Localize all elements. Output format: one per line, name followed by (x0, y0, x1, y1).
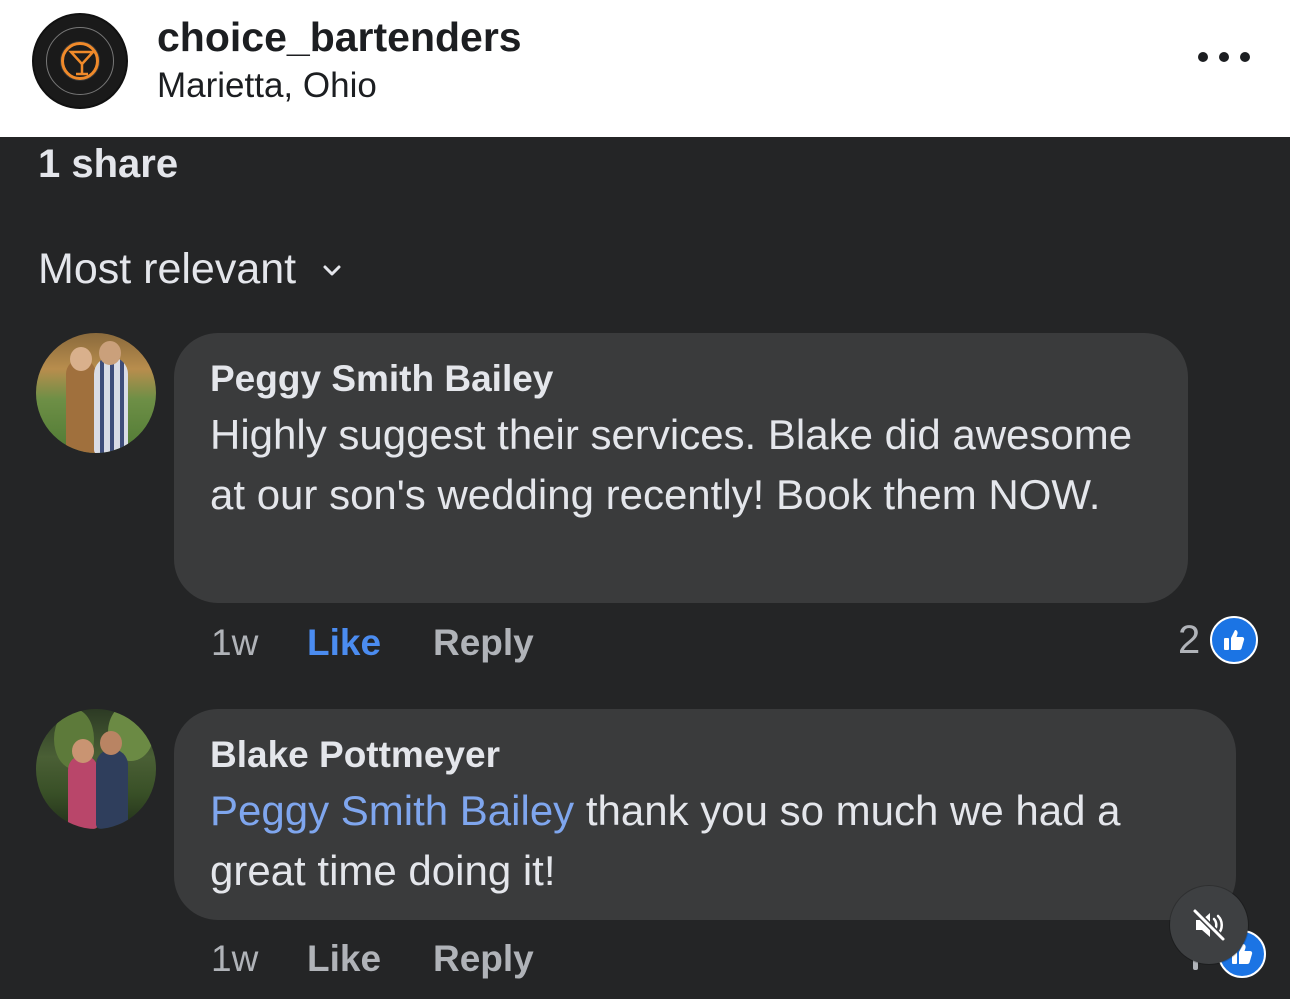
reply-button[interactable]: Reply (433, 622, 534, 664)
avatar-figure (66, 359, 96, 453)
comment-time[interactable]: 1w (211, 938, 307, 980)
profile-header: choice_bartenders Marietta, Ohio (0, 0, 1290, 137)
avatar-face (72, 739, 94, 763)
comment-actions: 1w Like Reply (211, 618, 534, 668)
sort-dropdown[interactable]: Most relevant (38, 243, 342, 295)
comment-author[interactable]: Peggy Smith Bailey (210, 355, 1152, 403)
speaker-muted-icon (1192, 908, 1226, 942)
reaction-count: 2 (1178, 617, 1201, 662)
more-dot (1240, 52, 1250, 62)
avatar-figure (96, 749, 128, 829)
like-button[interactable]: Like (307, 938, 433, 980)
more-dot (1198, 52, 1208, 62)
chevron-down-icon (323, 265, 341, 276)
reply-button[interactable]: Reply (433, 938, 534, 980)
share-count[interactable]: 1 share (38, 142, 178, 187)
more-horizontal-icon[interactable] (1198, 47, 1250, 67)
avatar[interactable] (36, 709, 156, 829)
comment-author[interactable]: Blake Pottmeyer (210, 731, 1200, 779)
mute-icon[interactable] (1170, 886, 1248, 964)
like-reaction-icon (1210, 616, 1259, 664)
comment-time[interactable]: 1w (211, 622, 307, 664)
avatar-face (70, 347, 92, 371)
more-dot (1219, 52, 1229, 62)
comment-text: Highly suggest their services. Blake did… (210, 411, 1133, 518)
comment-actions: 1w Like Reply (211, 934, 534, 984)
mention-link[interactable]: Peggy Smith Bailey (210, 787, 574, 834)
account-name[interactable]: choice_bartenders (157, 14, 522, 61)
avatar-figure (68, 755, 98, 829)
avatar[interactable] (36, 333, 156, 453)
comment-text: Peggy Smith Bailey thank you so much we … (210, 781, 1200, 901)
like-button[interactable]: Like (307, 622, 433, 664)
thumbs-up-icon (1224, 630, 1245, 650)
comment-bubble: Peggy Smith Bailey Highly suggest their … (174, 333, 1188, 603)
avatar-figure (94, 357, 128, 453)
avatar-face (99, 341, 121, 365)
avatar-face (100, 731, 122, 755)
logo-icon[interactable] (32, 13, 128, 109)
sort-label: Most relevant (38, 244, 297, 293)
reaction-summary[interactable]: 2 (1178, 614, 1259, 666)
account-location[interactable]: Marietta, Ohio (157, 66, 377, 106)
cocktail-glass-icon (68, 50, 96, 76)
comment-bubble: Blake Pottmeyer Peggy Smith Bailey thank… (174, 709, 1236, 920)
